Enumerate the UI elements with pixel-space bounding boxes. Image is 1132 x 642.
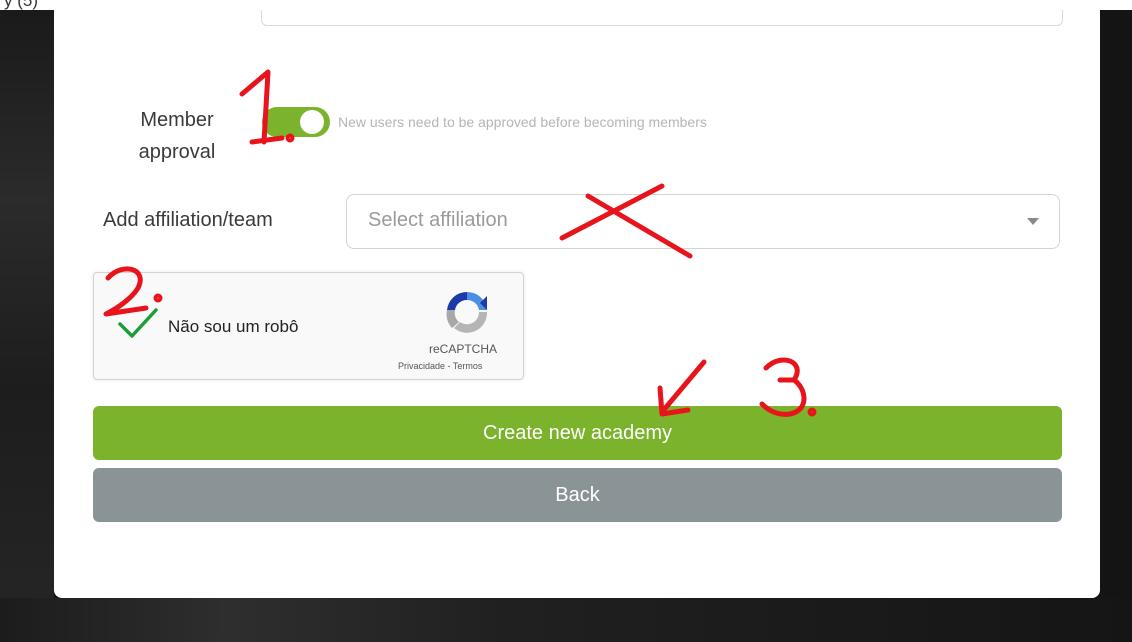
- chevron-down-icon[interactable]: [1027, 218, 1039, 225]
- recaptcha-logo-icon: [446, 291, 488, 333]
- member-approval-label: Member approval: [138, 109, 216, 163]
- recaptcha-brand: reCAPTCHA: [429, 342, 498, 356]
- affiliation-placeholder: Select affiliation: [368, 209, 508, 231]
- top-strip-text: y (5): [4, 0, 38, 10]
- top-strip: [0, 0, 1132, 10]
- recaptcha-links[interactable]: Privacidade - Termos: [398, 361, 482, 371]
- create-academy-button[interactable]: Create new academy: [93, 406, 1062, 460]
- recaptcha-label: Não sou um robô: [168, 317, 299, 336]
- affiliation-label: Add affiliation/team: [103, 209, 273, 231]
- background-left: [0, 10, 54, 642]
- previous-input-field[interactable]: [261, 10, 1063, 26]
- toggle-knob[interactable]: [300, 110, 324, 134]
- member-approval-hint: New users need to be approved before bec…: [338, 114, 707, 130]
- checkmark-icon[interactable]: [116, 306, 160, 340]
- background-bottom: [0, 598, 1132, 642]
- back-button[interactable]: Back: [93, 468, 1062, 522]
